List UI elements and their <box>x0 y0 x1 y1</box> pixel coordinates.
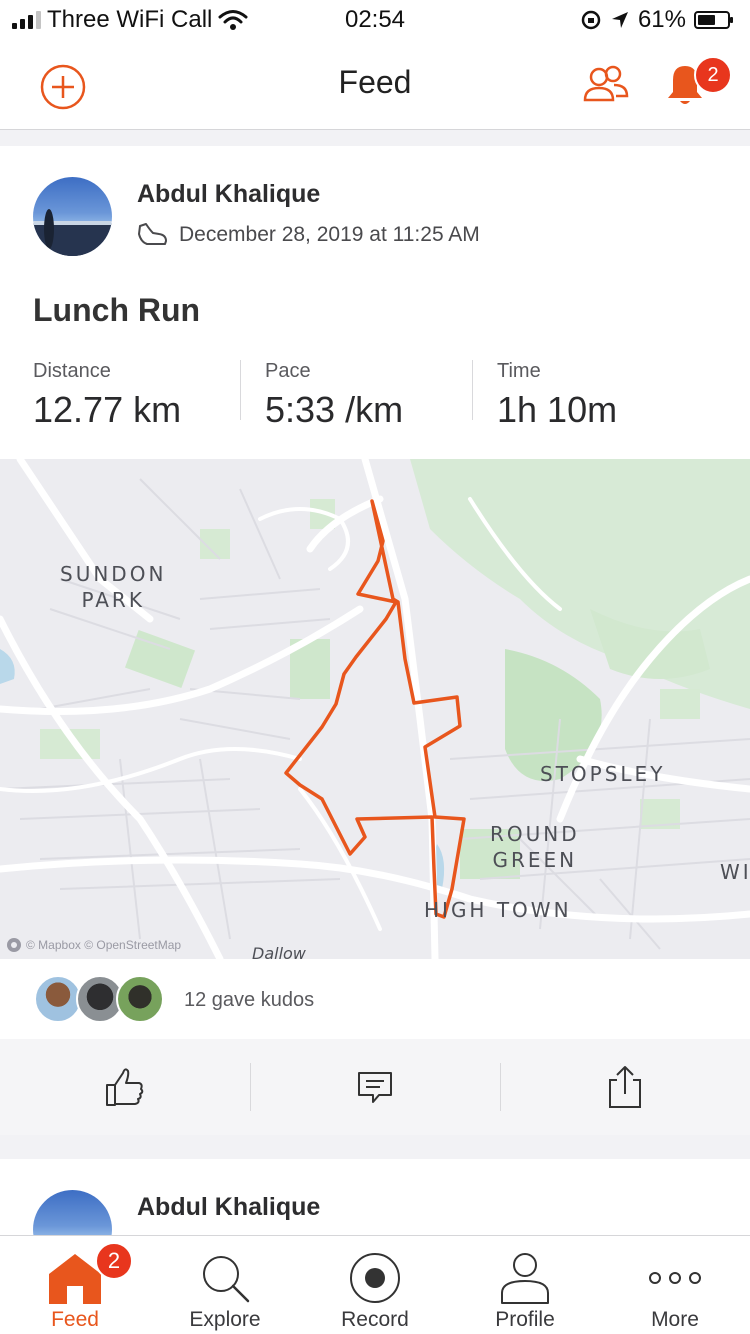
map-label-round-green: ROUND GREEN <box>490 821 580 873</box>
share-icon <box>609 1066 641 1108</box>
tab-label: Profile <box>495 1308 555 1331</box>
nav-bar: Feed 2 <box>0 40 750 130</box>
activity-actions <box>0 1039 750 1135</box>
stat-pace: Pace 5:33 /km <box>265 360 473 430</box>
next-activity-card[interactable]: Abdul Khalique <box>0 1159 750 1239</box>
tab-label: Explore <box>189 1308 261 1331</box>
place-name: ROUND GREEN <box>490 822 580 872</box>
record-icon <box>345 1248 405 1308</box>
kudos-row[interactable]: 12 gave kudos <box>0 969 750 1039</box>
stat-value: 12.77 km <box>33 389 182 430</box>
battery-percent: 61% <box>637 6 686 33</box>
comment-button[interactable] <box>250 1039 500 1135</box>
comment-icon <box>358 1072 392 1103</box>
activity-card[interactable]: Abdul Khalique December 28, 2019 at 11:2… <box>0 146 750 1135</box>
avatar-photo <box>33 209 112 256</box>
search-icon <box>195 1248 255 1308</box>
map-label-high-town: HIGH TOWN <box>424 898 572 922</box>
tab-label: Feed <box>51 1308 99 1331</box>
status-right: 61% <box>580 6 733 34</box>
place-name: SUNDON PARK <box>60 562 167 612</box>
rotation-lock-icon <box>581 10 601 30</box>
tab-explore[interactable]: Explore <box>150 1236 300 1334</box>
tab-feed[interactable]: 2 Feed <box>0 1236 150 1334</box>
tab-bar: 2 Feed Explore Record Profile More <box>0 1235 750 1334</box>
stat-label: Distance <box>33 360 111 382</box>
tab-record[interactable]: Record <box>300 1236 450 1334</box>
athlete-name[interactable]: Abdul Khalique <box>137 1193 320 1222</box>
mapbox-logo-icon <box>7 938 21 952</box>
activity-title[interactable]: Lunch Run <box>33 292 200 329</box>
map-label-dallow: Dallow <box>252 944 306 959</box>
stat-label: Time <box>497 360 541 382</box>
kudo-avatar[interactable] <box>116 975 164 1023</box>
athlete-avatar[interactable] <box>33 177 112 256</box>
activity-meta: December 28, 2019 at 11:25 AM <box>137 222 480 248</box>
people-icon <box>583 65 629 102</box>
person-icon <box>495 1248 555 1308</box>
activity-stats: Distance 12.77 km Pace 5:33 /km Time 1h … <box>33 360 667 430</box>
stat-label: Pace <box>265 360 311 382</box>
stat-distance: Distance 12.77 km <box>33 360 241 430</box>
map-label-stopsley: STOPSLEY <box>540 762 666 786</box>
map-attribution[interactable]: © Mapbox © OpenStreetMap <box>6 937 181 953</box>
kudos-count[interactable]: 12 gave kudos <box>184 989 314 1012</box>
share-button[interactable] <box>500 1039 750 1135</box>
activity-datetime: December 28, 2019 at 11:25 AM <box>179 223 480 246</box>
athlete-name[interactable]: Abdul Khalique <box>137 180 320 209</box>
notification-badge: 2 <box>694 56 732 94</box>
tab-more[interactable]: More <box>600 1236 750 1334</box>
location-arrow-icon <box>611 12 628 28</box>
kudos-button[interactable] <box>0 1039 250 1135</box>
kudo-avatar[interactable] <box>34 975 82 1023</box>
map-label-wi: WI <box>720 860 750 884</box>
attribution-text: © Mapbox © OpenStreetMap <box>26 938 182 952</box>
more-dots-icon <box>645 1248 705 1308</box>
tab-profile[interactable]: Profile <box>450 1236 600 1334</box>
page-title: Feed <box>338 64 412 100</box>
stat-value: 5:33 /km <box>265 389 404 430</box>
thumbs-up-icon <box>106 1068 144 1106</box>
status-bar: Three WiFi Call 02:54 61% <box>0 0 750 40</box>
feed-badge: 2 <box>95 1242 133 1280</box>
map-label-sundon-park: SUNDON PARK <box>60 561 166 613</box>
shoe-icon <box>138 223 167 245</box>
notifications-button[interactable]: 2 <box>664 56 732 113</box>
route-map[interactable]: SUNDON PARK STOPSLEY ROUND GREEN HIGH TO… <box>0 459 750 959</box>
tab-label: Record <box>341 1308 409 1331</box>
map-canvas <box>0 459 750 959</box>
stat-value: 1h 10m <box>497 389 618 430</box>
battery-icon <box>694 11 733 29</box>
find-friends-button[interactable] <box>582 64 630 109</box>
tab-label: More <box>651 1308 699 1331</box>
athlete-avatar[interactable] <box>33 1190 112 1239</box>
stat-time: Time 1h 10m <box>497 360 643 430</box>
